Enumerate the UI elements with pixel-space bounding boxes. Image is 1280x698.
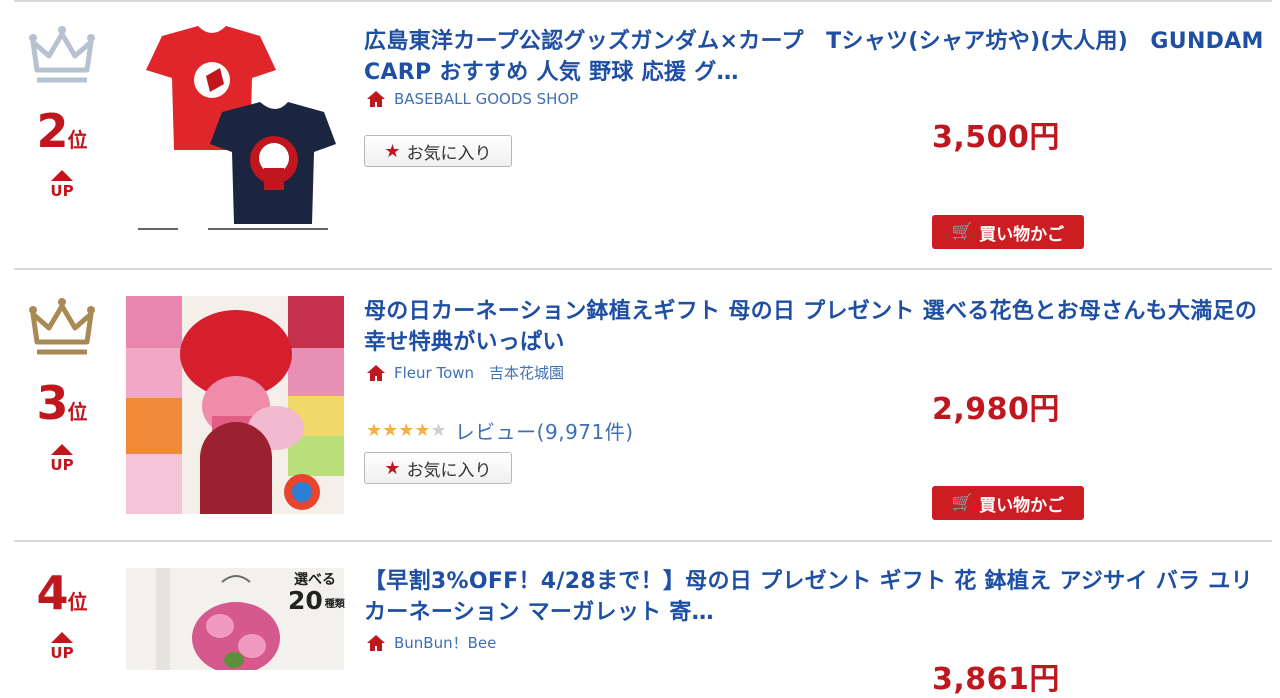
- rating-stars: ★★★★★ レビュー(9,971件): [366, 416, 634, 445]
- add-to-cart-button[interactable]: 🛒 買い物かご: [932, 486, 1084, 520]
- rank-up-indicator: UP: [10, 444, 114, 473]
- crown-icon: [29, 26, 95, 83]
- crown-icon: [29, 298, 95, 355]
- up-arrow-icon: [51, 444, 73, 455]
- product-price: 2,980円: [932, 392, 1060, 427]
- add-favorite-button[interactable]: ★ お気に入り: [364, 452, 512, 484]
- ranking-item: 4位 UP 選べる 20 種類 【早割3%OFF！4/28まで！】母の日 プレゼン…: [0, 542, 1280, 697]
- ranking-item: 2位 UP 広島東洋カープ公認グッズガンダム×カープ Tシャツ(シャア坊や)(大…: [0, 0, 1280, 268]
- up-arrow-icon: [51, 632, 73, 643]
- rank-up-indicator: UP: [10, 170, 114, 199]
- product-title-link[interactable]: 母の日カーネーション鉢植えギフト 母の日 プレゼント 選べる花色とお母さんも大満…: [364, 296, 1264, 358]
- star-icon: ★: [384, 457, 401, 479]
- tshirt-image: [128, 18, 344, 240]
- rank-number: 2位: [36, 104, 88, 158]
- shop-link[interactable]: BASEBALL GOODS SHOP: [366, 90, 578, 108]
- up-arrow-icon: [51, 170, 73, 181]
- shop-link[interactable]: BunBun！Bee: [366, 632, 496, 653]
- ranking-item: 3位 UP 母の日カーネーション鉢植えギフト 母の日 プレゼント 選べる花色とお…: [0, 270, 1280, 540]
- product-price: 3,861円: [932, 662, 1060, 697]
- star-icon: ★: [384, 140, 401, 162]
- rank-block: 3位 UP: [10, 296, 114, 473]
- add-to-cart-button[interactable]: 🛒 買い物かご: [932, 215, 1084, 249]
- rank-number: 3位: [36, 376, 88, 430]
- cart-icon: 🛒: [951, 222, 974, 242]
- rank-block: 4位 UP: [10, 566, 114, 661]
- carnation-image: [126, 296, 344, 514]
- add-favorite-button[interactable]: ★ お気に入り: [364, 135, 512, 167]
- star-rating-icon: ★★★★★: [366, 420, 447, 441]
- thumb-badge-unit: 種類: [324, 598, 345, 610]
- product-image[interactable]: [126, 296, 344, 514]
- review-count-link[interactable]: レビュー(9,971件): [455, 416, 634, 445]
- home-icon: [367, 364, 385, 381]
- product-title-link[interactable]: 広島東洋カープ公認グッズガンダム×カープ Tシャツ(シャア坊や)(大人用) GU…: [364, 26, 1264, 88]
- cart-icon: 🛒: [951, 493, 974, 513]
- thumb-badge-number: 20: [288, 586, 323, 615]
- rank-block: 2位 UP: [10, 24, 114, 199]
- home-icon: [367, 91, 385, 107]
- home-icon: [367, 634, 385, 651]
- product-image[interactable]: [128, 18, 344, 240]
- shop-link[interactable]: Fleur Town 吉本花城園: [366, 362, 564, 383]
- rank-number: 4位: [36, 566, 88, 620]
- product-title-link[interactable]: 【早割3%OFF！4/28まで！】母の日 プレゼント ギフト 花 鉢植え アジサ…: [364, 566, 1264, 628]
- thumb-badge: 選べる 20 種類: [288, 572, 345, 618]
- product-price: 3,500円: [932, 120, 1060, 155]
- rank-up-indicator: UP: [10, 632, 114, 661]
